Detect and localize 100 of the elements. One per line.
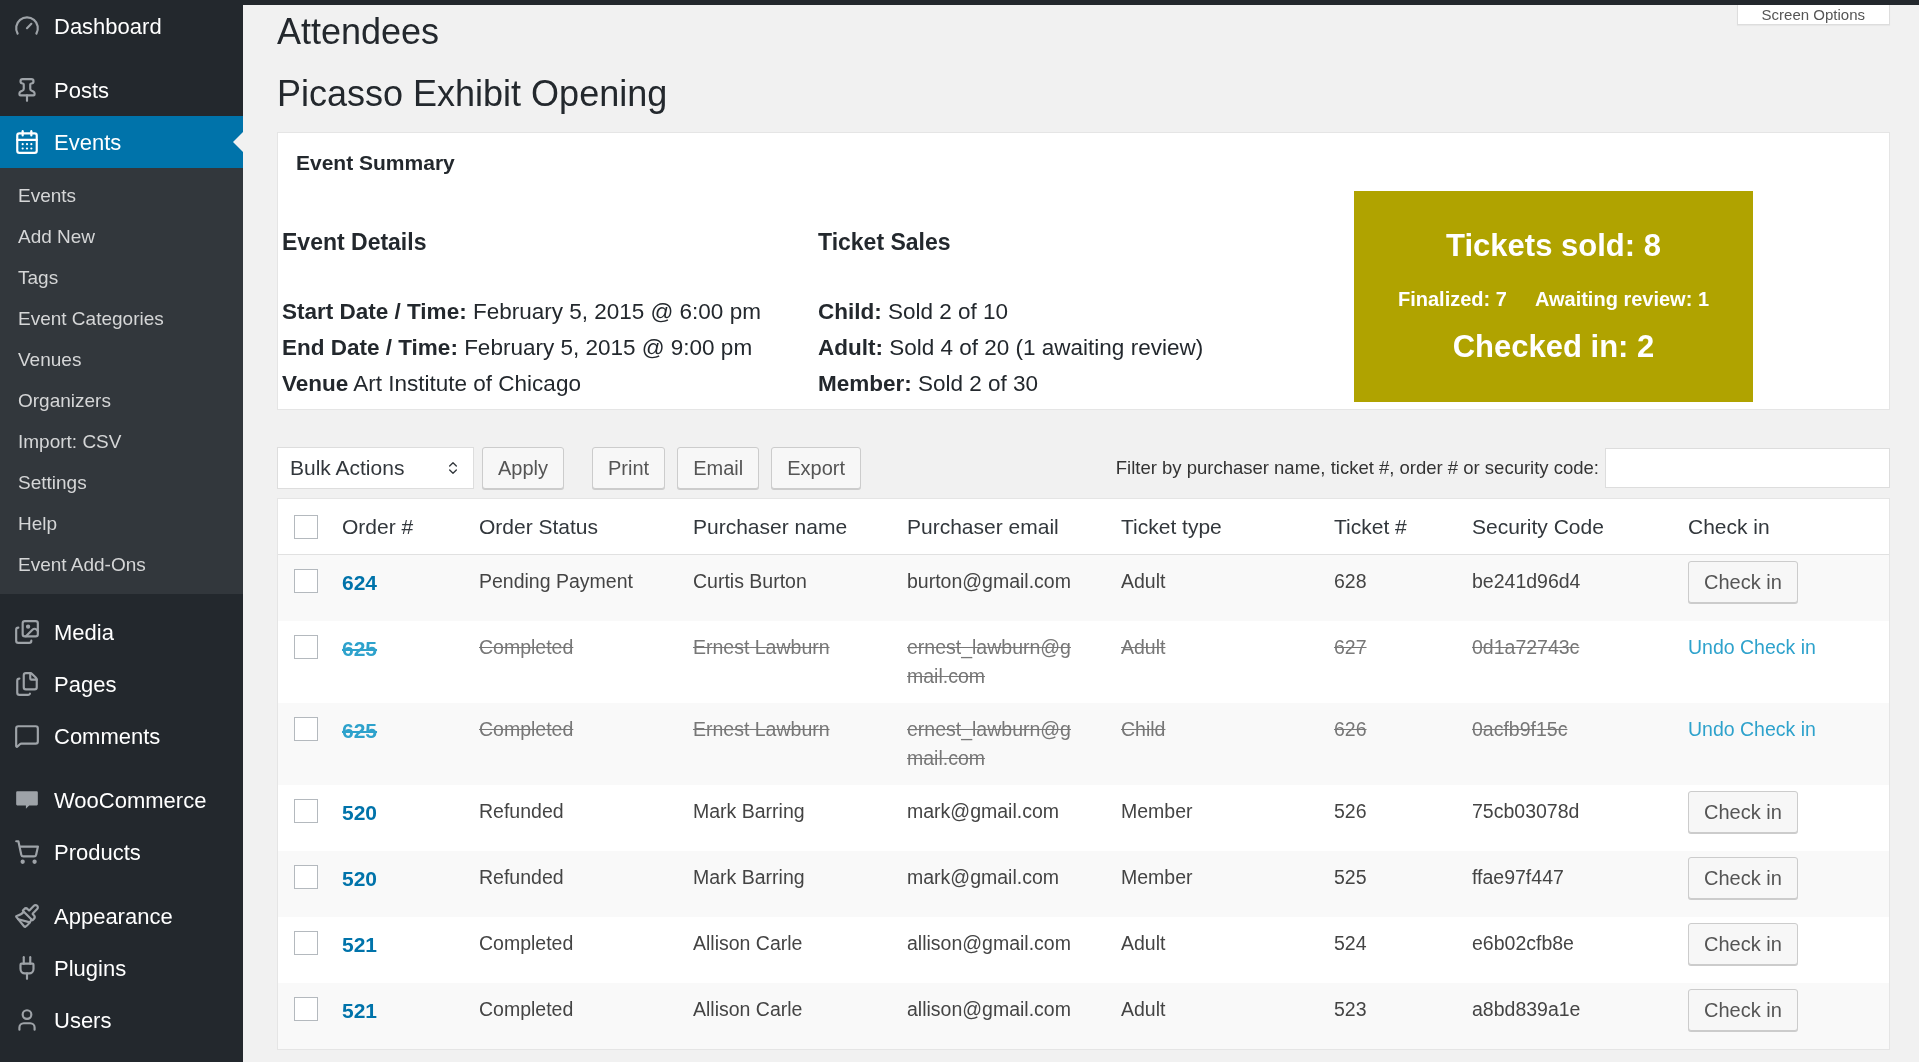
brush-icon [14, 903, 40, 929]
sidebar-item[interactable]: Users [0, 994, 243, 1046]
sidebar-item[interactable]: Plugins [0, 942, 243, 994]
submenu-item[interactable]: Tags [0, 258, 243, 299]
row-checkbox[interactable] [294, 997, 318, 1021]
table-cell-text: Adult [1121, 931, 1167, 956]
filter-field[interactable] [1605, 448, 1890, 488]
check-in-button[interactable]: Check in [1688, 561, 1798, 603]
section-heading: Event Details [282, 228, 428, 257]
table-cell-text: Completed [479, 717, 575, 742]
sales-line: Member: Sold 2 of 30 [818, 369, 1040, 398]
submenu-item[interactable]: Events [0, 176, 243, 217]
table-cell-text: Completed [479, 931, 575, 956]
column-header[interactable]: Ticket type [1121, 510, 1334, 543]
submenu-item[interactable]: Add New [0, 217, 243, 258]
screen-options-tab[interactable]: Screen Options [1736, 5, 1890, 25]
submenu-item[interactable]: Settings [0, 463, 243, 504]
submenu-item[interactable]: Event Categories [0, 299, 243, 340]
column-header[interactable]: Security Code [1472, 510, 1688, 543]
sales-line: Adult: Sold 4 of 20 (1 awaiting review) [818, 333, 1205, 362]
current-pointer-icon [233, 132, 243, 152]
table-cell-text: 0acfb9f15c [1472, 717, 1569, 742]
row-checkbox[interactable] [294, 931, 318, 955]
order-link[interactable]: 520 [342, 797, 479, 829]
toolbar-button[interactable]: Print [592, 447, 666, 489]
column-header[interactable]: Check in [1688, 510, 1889, 543]
column-header[interactable]: Ticket # [1334, 510, 1472, 543]
table-cell-text: Mark Barring [693, 865, 806, 890]
check-in-button[interactable]: Check in [1688, 989, 1798, 1031]
order-link[interactable]: 521 [342, 995, 479, 1027]
detail-line: Start Date / Time: February 5, 2015 @ 6:00 pm [282, 297, 762, 326]
table-cell-text: 523 [1334, 997, 1368, 1022]
table-cell-text: 626 [1334, 717, 1368, 742]
table-cell-text: 75cb03078d [1472, 799, 1581, 824]
row-checkbox[interactable] [294, 569, 318, 593]
table-cell-text: Adult [1121, 635, 1167, 660]
panel-title: Event Summary [295, 150, 456, 176]
submenu-item[interactable]: Import: CSV [0, 422, 243, 463]
order-link[interactable]: 624 [342, 567, 479, 599]
table-cell-text: Refunded [479, 799, 565, 824]
finalized-count: Finalized: 7 [1397, 286, 1507, 312]
pages-icon [14, 671, 40, 697]
select-all-checkbox[interactable] [294, 514, 318, 539]
table-cell-text: Pending Payment [479, 569, 634, 594]
table-cell-text: allison@gmail.com [907, 997, 1072, 1022]
table-cell-text: 0d1a72743c [1472, 635, 1581, 660]
submenu-item[interactable]: Event Add-Ons [0, 545, 243, 586]
table-cell-text: 627 [1334, 635, 1368, 660]
column-header[interactable]: Purchaser email [907, 510, 1121, 543]
toolbar-button[interactable]: Apply [482, 447, 565, 489]
table-cell-text: Ernest Lawburn [693, 717, 831, 742]
sidebar-item[interactable]: Appearance [0, 890, 243, 942]
order-link[interactable]: 521 [342, 929, 479, 961]
calendar-icon [14, 129, 40, 155]
column-header[interactable]: Order # [342, 510, 479, 543]
toolbar-button[interactable]: Email [677, 447, 760, 489]
table-cell-text: burton@gmail.com [907, 569, 1072, 594]
table-cell-text: Completed [479, 997, 575, 1022]
table-cell-text: Child [1121, 717, 1167, 742]
sidebar-item[interactable]: WooCommerce [0, 774, 243, 826]
toolbar-button[interactable]: Export [771, 447, 861, 489]
column-header[interactable]: Purchaser name [693, 510, 907, 543]
comment-icon [14, 723, 40, 749]
row-checkbox[interactable] [294, 635, 318, 659]
sidebar-item[interactable]: Products [0, 826, 243, 878]
submenu-item[interactable]: Help [0, 504, 243, 545]
row-checkbox[interactable] [294, 799, 318, 823]
sidebar-item[interactable]: Events [0, 116, 243, 168]
tickets-sold: Tickets sold: 8 [1446, 227, 1661, 265]
table-cell-text: ernest_lawburn@gmail.com [907, 635, 1072, 689]
detail-line: End Date / Time: February 5, 2015 @ 9:00 pm [282, 333, 754, 362]
media-icon [14, 619, 40, 645]
submenu-item[interactable]: Venues [0, 340, 243, 381]
sidebar-item[interactable]: Media [0, 606, 243, 658]
sidebar-item[interactable]: Comments [0, 710, 243, 762]
table-cell-text: Curtis Burton [693, 569, 808, 594]
sales-line: Child: Sold 2 of 10 [818, 297, 1010, 326]
sidebar-item[interactable]: Posts [0, 64, 243, 116]
row-checkbox[interactable] [294, 717, 318, 741]
table-cell-text: e6b02cfb8e [1472, 931, 1575, 956]
order-link[interactable]: 520 [342, 863, 479, 895]
table-cell-text: Member [1121, 865, 1194, 890]
column-header[interactable]: Order Status [479, 510, 693, 543]
table-cell-text: mark@gmail.com [907, 865, 1060, 890]
sidebar-item[interactable]: Dashboard [0, 0, 243, 52]
checked-in-count: Checked in: 2 [1452, 327, 1655, 366]
table-cell-text: mark@gmail.com [907, 799, 1060, 824]
bulk-actions-select[interactable]: Bulk Actions [277, 447, 474, 489]
table-cell-text: ernest_lawburn@gmail.com [907, 717, 1072, 771]
table-cell-text: Mark Barring [693, 799, 806, 824]
table-cell-text: 526 [1334, 799, 1368, 824]
sidebar-item[interactable]: Pages [0, 658, 243, 710]
awaiting-count: Awaiting review: 1 [1534, 286, 1709, 312]
check-in-button[interactable]: Check in [1688, 923, 1798, 965]
detail-line: Venue Art Institute of Chicago [282, 369, 582, 398]
check-in-button[interactable]: Check in [1688, 857, 1798, 899]
submenu-item[interactable]: Organizers [0, 381, 243, 422]
table-cell-text: Completed [479, 635, 575, 660]
row-checkbox[interactable] [294, 865, 318, 889]
check-in-button[interactable]: Check in [1688, 791, 1798, 833]
